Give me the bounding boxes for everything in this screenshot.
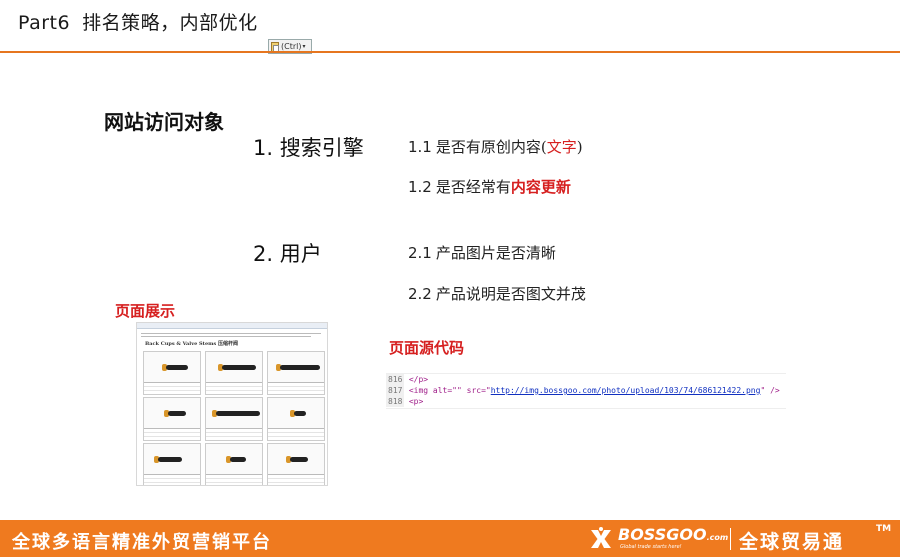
bossgoo-x-logo-icon [591, 527, 611, 548]
bossgoo-logo-text: BOSSGOO.com [618, 525, 729, 544]
footer-bar: 全球多语言精准外贸营销平台 BOSSGOO.com Global trade s… [0, 520, 900, 557]
logo-chinese-name: 全球贸易通 [739, 531, 845, 553]
topic-user: 2. 用户 [253, 242, 322, 266]
header-divider [0, 51, 900, 53]
section-title: 网站访问对象 [104, 110, 224, 134]
thumbnail-browser-bar [137, 323, 327, 329]
thumbnail-heading: Back Cups & Valve Stems 压缩杆阀 [145, 341, 238, 347]
code-line: 817 <img alt="" src="http://img.bossgoo.… [386, 385, 780, 396]
clipboard-icon [271, 41, 279, 52]
product-cell [267, 397, 325, 441]
trademark-mark: TM [876, 524, 892, 534]
code-line: 816 </p> [386, 374, 429, 385]
product-cell [205, 351, 263, 395]
item-description-rich: 2.2 产品说明是否图文并茂 [408, 285, 586, 303]
chevron-down-icon: ▾ [302, 43, 306, 50]
product-cell [143, 351, 201, 395]
product-cell [205, 443, 263, 485]
footer-slogan: 全球多语言精准外贸营销平台 [12, 532, 272, 553]
product-cell [143, 397, 201, 441]
product-cell [143, 443, 201, 485]
page-screenshot-thumbnail: Back Cups & Valve Stems 压缩杆阀 [136, 322, 328, 486]
product-cell [267, 443, 325, 485]
logo-tagline: Global trade starts here! [620, 544, 682, 550]
highlight-text: 文字 [546, 138, 577, 156]
topic-search-engine: 1. 搜索引擎 [253, 136, 364, 160]
page-display-label: 页面展示 [115, 302, 176, 320]
part-label: Part6 [18, 12, 71, 34]
source-code-snippet: 816 </p> 817 <img alt="" src="http://img… [386, 373, 786, 409]
image-url-link[interactable]: http://img.bossgoo.com/photo/upload/103/… [491, 386, 761, 395]
title-text: 排名策略，内部优化 [82, 12, 258, 34]
item-original-content: 1.1 是否有原创内容(文字) [408, 138, 583, 156]
highlight-text: 内容更新 [510, 178, 571, 196]
code-line: 818 <p> [386, 396, 424, 407]
paste-options-label: (Ctrl) [281, 42, 302, 51]
product-cell [267, 351, 325, 395]
item-image-clarity: 2.1 产品图片是否清晰 [408, 244, 556, 262]
product-cell [205, 397, 263, 441]
source-code-label: 页面源代码 [389, 339, 465, 357]
logo-divider [730, 528, 731, 550]
page-title: Part6 排名策略，内部优化 [18, 8, 258, 35]
item-content-update: 1.2 是否经常有内容更新 [408, 178, 571, 196]
